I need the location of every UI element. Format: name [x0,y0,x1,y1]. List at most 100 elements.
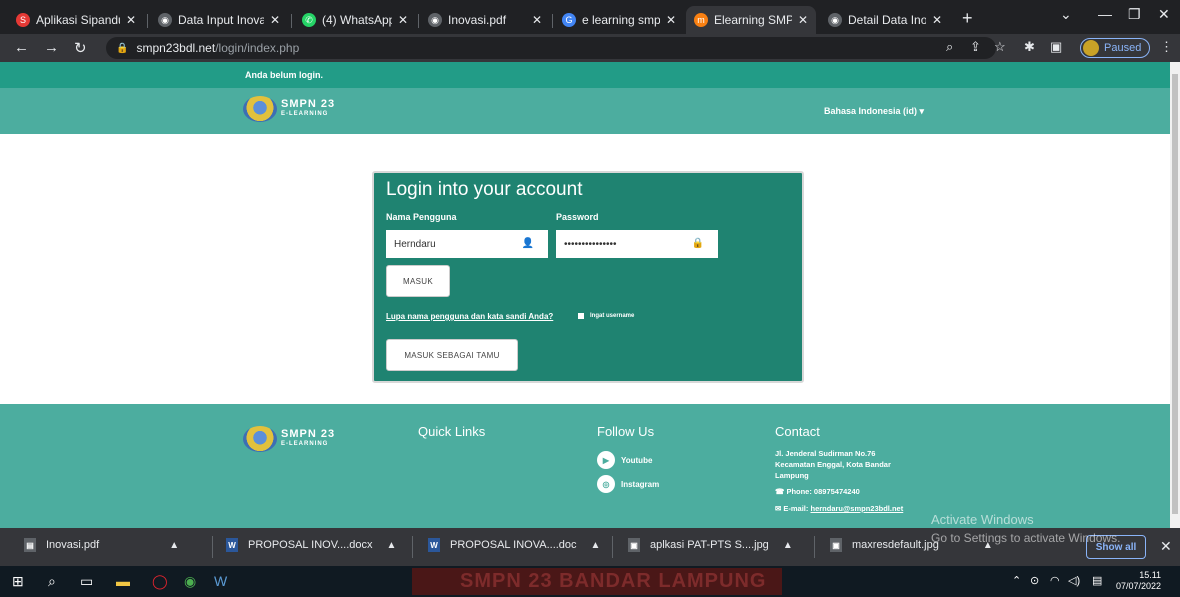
network-icon[interactable]: ⊙ [1030,574,1039,587]
password-input[interactable]: ••••••••••••••• 🔒 [556,230,718,258]
site-logo[interactable]: SMPN 23 E-LEARNING [243,96,335,122]
close-tab-icon[interactable]: ✕ [398,13,408,27]
remember-username-checkbox[interactable] [578,313,584,319]
browser-tab-strip: S Aplikasi Sipandu ✕ ◉ Data Input Inova … [0,0,1180,34]
tab-title: e learning smpn [582,13,660,27]
sipandu-s-icon: S [16,13,30,27]
logo-title: SMPN 23 [281,98,336,110]
extensions-icon[interactable]: ✱ [1024,39,1035,55]
tab-title: Data Input Inova [178,13,264,27]
lock-icon[interactable]: 🔒 [116,43,128,54]
menu-kebab-icon[interactable]: ⋮ [1160,39,1173,55]
search-icon[interactable]: ⌕ [48,573,56,590]
url-host: smpn23bdl.net [136,41,216,55]
restore-icon[interactable]: ❐ [1128,6,1141,23]
pdf-file-icon: ▤ [24,538,36,552]
close-tab-icon[interactable]: ✕ [798,13,808,27]
zoom-icon[interactable]: ⌕ [946,39,953,55]
wifi-icon[interactable]: ◠ [1050,574,1060,587]
tab-title: (4) WhatsApp [322,13,392,27]
contact-heading: Contact [775,424,820,439]
new-tab-icon[interactable]: + [962,8,973,29]
youtube-link[interactable]: ▶ Youtube [597,451,652,469]
forgot-credentials-link[interactable]: Lupa nama pengguna dan kata sandi Anda? [386,312,553,321]
download-item[interactable]: W PROPOSAL INOV....docx ▲ [226,538,396,552]
close-tab-icon[interactable]: ✕ [126,13,136,27]
activate-windows-hint: Go to Settings to activate Windows. [931,531,1121,545]
youtube-icon: ▶ [597,451,615,469]
tab-search-chevron-icon[interactable]: ⌄ [1060,6,1072,23]
download-item[interactable]: ▣ aplkasi PAT-PTS S....jpg ▲ [628,538,793,552]
word-icon[interactable]: W [214,573,227,589]
chevron-up-icon[interactable]: ▲ [783,540,793,551]
forward-icon[interactable]: → [44,39,59,56]
download-item[interactable]: ▤ Inovasi.pdf ▲ [24,538,179,552]
chevron-up-icon[interactable]: ▲ [169,540,179,551]
tab-e-learning-smpn-search[interactable]: G e learning smpn ✕ [554,6,684,34]
email-link[interactable]: herndaru@smpn23bdl.net [810,504,903,513]
globe-icon: ◉ [828,13,842,27]
footer-logo[interactable]: SMPN 23 E-LEARNING [243,426,335,452]
close-tab-icon[interactable]: ✕ [666,13,676,27]
login-status-bar: Anda belum login. [0,62,1170,88]
minimize-icon[interactable]: — [1098,6,1112,22]
page-scrollbar[interactable] [1170,62,1180,528]
guest-login-button[interactable]: MASUK SEBAGAI TAMU [386,339,518,371]
school-emblem-icon [243,426,277,452]
username-value: Herndaru [394,238,436,250]
tray-chevron-icon[interactable]: ⌃ [1012,574,1021,587]
tab-title: Aplikasi Sipandu [36,13,120,27]
opera-icon[interactable]: ◯ [152,573,168,590]
tab-detail-data-inovasi[interactable]: ◉ Detail Data Inova ✕ [820,6,950,34]
footer-logo-subtitle: E-LEARNING [281,441,329,447]
windows-start-icon[interactable]: ⊞ [12,573,24,590]
profile-status: Paused [1104,42,1142,54]
reload-icon[interactable]: ↻ [74,39,87,57]
system-clock[interactable]: 15.11 07/07/2022 [1116,570,1161,592]
close-tab-icon[interactable]: ✕ [532,13,542,27]
close-tab-icon[interactable]: ✕ [270,13,280,27]
quick-links-heading: Quick Links [418,424,486,439]
image-file-icon: ▣ [628,538,640,552]
contact-address: Jl. Jenderal Sudirman No.76 Kecamatan En… [775,448,891,481]
file-explorer-icon[interactable]: ▬ [116,573,130,589]
download-name: PROPOSAL INOV....docx [248,539,373,551]
language-selector[interactable]: Bahasa Indonesia (id) ▾ [824,106,924,117]
tab-aplikasi-sipandu[interactable]: S Aplikasi Sipandu ✕ [8,6,144,34]
contact-email: ✉ E-mail: herndaru@smpn23bdl.net [775,503,903,514]
chrome-icon[interactable]: ◉ [184,573,196,590]
download-item[interactable]: W PROPOSAL INOVA....doc ▲ [428,538,600,552]
globe-icon: ◉ [428,13,442,27]
volume-icon[interactable]: ◁) [1068,574,1080,587]
share-icon[interactable]: ⇪ [970,39,981,55]
tab-inovasi-pdf[interactable]: ◉ Inovasi.pdf ✕ [420,6,550,34]
tab-whatsapp[interactable]: ✆ (4) WhatsApp ✕ [294,6,416,34]
banner-text: SMPN 23 BANDAR LAMPUNG [460,570,767,592]
tab-data-input-inovasi[interactable]: ◉ Data Input Inova ✕ [150,6,288,34]
close-downloads-icon[interactable]: ✕ [1160,538,1172,555]
profile-paused-button[interactable]: Paused [1080,38,1151,58]
windows-taskbar: ⊞ ⌕ ▭ ▬ ◯ ◉ W SMPN 23 BANDAR LAMPUNG ⌃ ⊙… [0,566,1180,597]
web-page: Anda belum login. SMPN 23 E-LEARNING Bah… [0,62,1170,528]
user-icon: 👤 [521,238,534,249]
email-label: E-mail: [783,504,809,513]
back-icon[interactable]: ← [14,39,29,56]
instagram-link[interactable]: ◎ Instagram [597,475,659,493]
bookmark-star-icon[interactable]: ☆ [994,39,1006,55]
notification-icon[interactable]: ▤ [1092,574,1102,587]
close-tab-icon[interactable]: ✕ [932,13,942,27]
image-file-icon: ▣ [830,538,842,552]
login-button[interactable]: MASUK [386,265,450,297]
address-bar[interactable]: 🔒 smpn23bdl.net/login/index.php [106,37,996,59]
tab-elearning-smpn-active[interactable]: m Elearning SMP N ✕ [686,6,816,34]
side-panel-icon[interactable]: ▣ [1050,39,1062,55]
task-view-icon[interactable]: ▭ [80,573,93,590]
chevron-up-icon[interactable]: ▲ [591,540,601,551]
username-input[interactable]: Herndaru 👤 [386,230,548,258]
close-window-icon[interactable]: ✕ [1158,6,1170,23]
login-status-text: Anda belum login. [245,70,323,80]
chevron-up-icon[interactable]: ▲ [387,540,397,551]
youtube-label: Youtube [621,455,653,465]
scrollbar-thumb[interactable] [1172,74,1178,514]
remember-username[interactable]: Ingat username [578,313,634,319]
